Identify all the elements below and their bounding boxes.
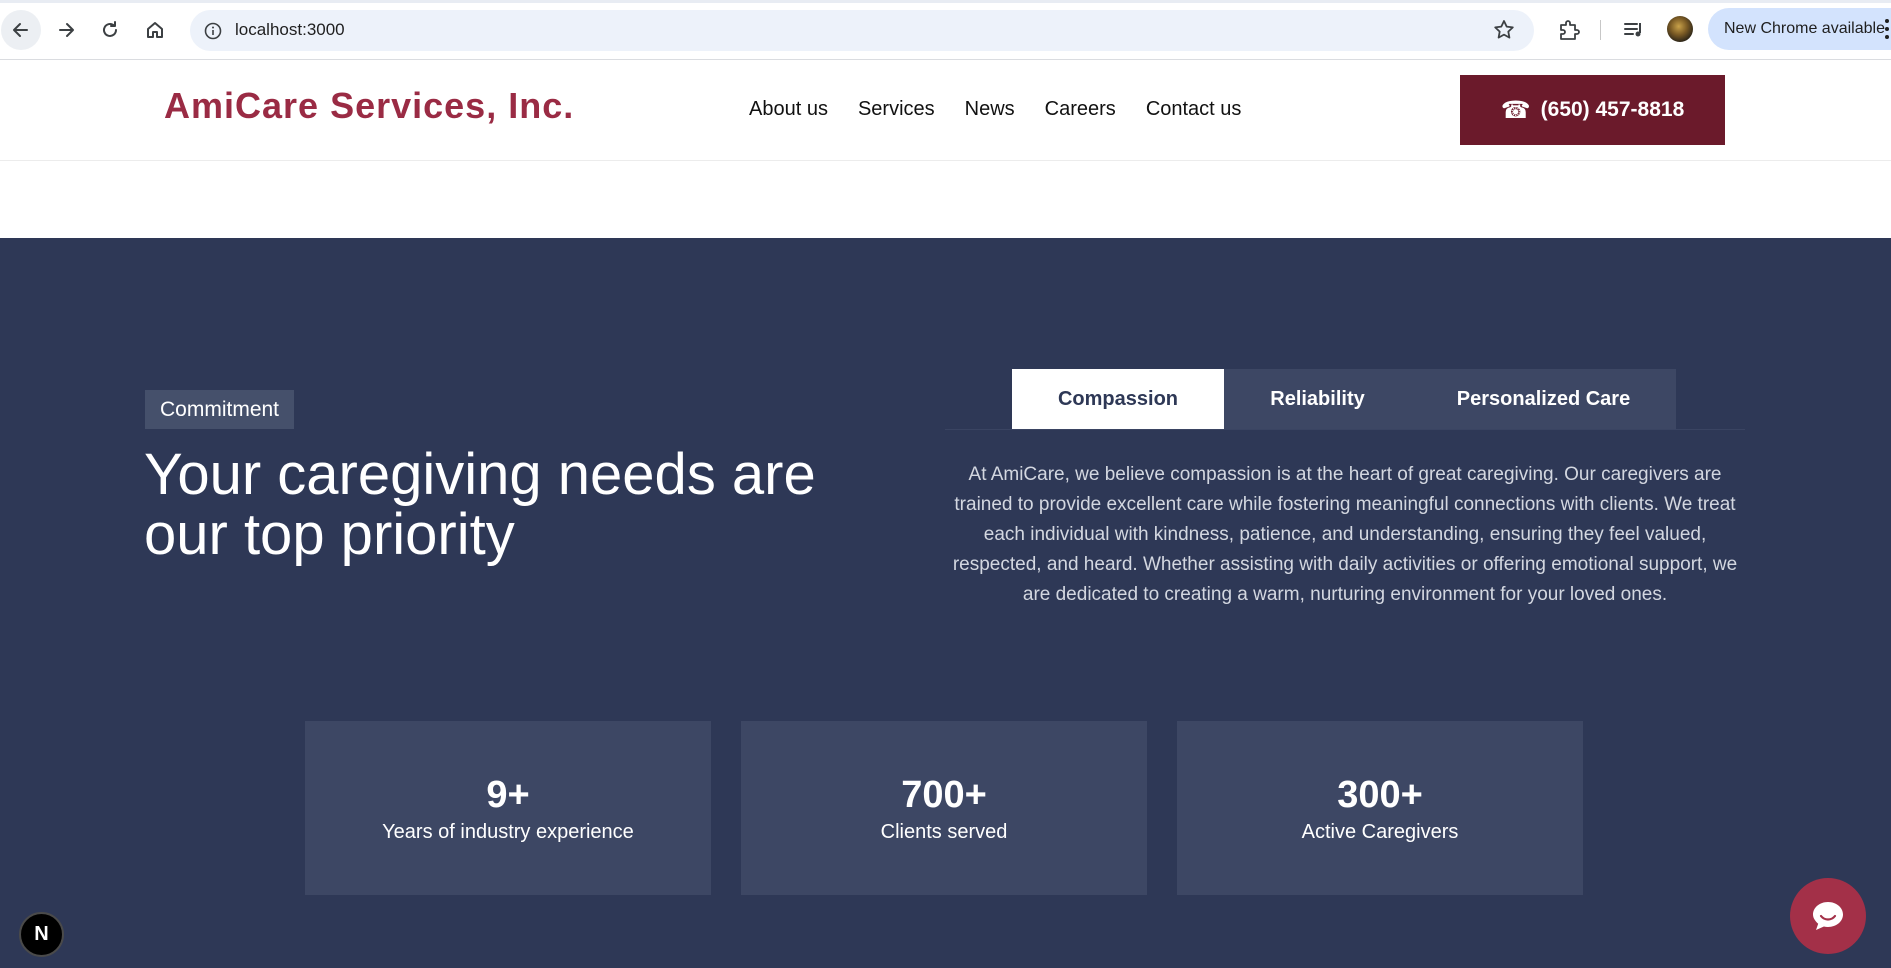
- address-bar[interactable]: localhost:3000: [190, 10, 1534, 51]
- stats-row: 9+ Years of industry experience 700+ Cli…: [305, 721, 1583, 895]
- back-button[interactable]: [1, 10, 41, 50]
- stat-card: 700+ Clients served: [741, 721, 1147, 895]
- site-info-icon[interactable]: [198, 16, 228, 46]
- toolbar-divider: [1600, 20, 1601, 40]
- kebab-menu-icon[interactable]: [1884, 19, 1890, 39]
- call-phone-button[interactable]: ☎ (650) 457-8818: [1460, 75, 1725, 145]
- home-icon: [147, 22, 163, 38]
- extensions-icon[interactable]: [1555, 16, 1583, 44]
- reload-button[interactable]: [90, 10, 130, 50]
- tab-reliability[interactable]: Reliability: [1224, 369, 1411, 429]
- tab-panel-text: At AmiCare, we believe compassion is at …: [952, 464, 1738, 605]
- url-text[interactable]: localhost:3000: [235, 20, 345, 40]
- commitment-section: Commitment Your caregiving needs are our…: [0, 238, 1891, 968]
- chat-launcher-button[interactable]: [1790, 878, 1866, 954]
- browser-toolbar: localhost:3000 New Chrome available: [0, 0, 1891, 60]
- nextjs-dev-badge[interactable]: N: [19, 912, 64, 957]
- section-headline: Your caregiving needs are our top priori…: [144, 442, 816, 567]
- chrome-update-label: New Chrome available: [1724, 20, 1885, 37]
- section-eyebrow: Commitment: [145, 390, 295, 429]
- loading-strip: [0, 0, 1891, 3]
- nav-careers[interactable]: Careers: [1045, 98, 1116, 121]
- value-tabs: Compassion Reliability Personalized Care: [1012, 369, 1676, 429]
- tab-compassion[interactable]: Compassion: [1012, 369, 1224, 429]
- nav-about-us[interactable]: About us: [749, 98, 828, 121]
- arrow-right-icon: [59, 23, 74, 37]
- tab-personalized-care[interactable]: Personalized Care: [1411, 369, 1676, 429]
- stat-card: 9+ Years of industry experience: [305, 721, 711, 895]
- stat-value: 300+: [1337, 773, 1423, 816]
- nav-news[interactable]: News: [965, 98, 1015, 121]
- nav-services[interactable]: Services: [858, 98, 935, 121]
- site-header: AmiCare Services, Inc. About us Services…: [0, 61, 1891, 161]
- stat-label: Active Caregivers: [1301, 820, 1459, 843]
- phone-number: (650) 457-8818: [1540, 98, 1685, 121]
- media-controls-icon[interactable]: [1620, 16, 1648, 44]
- main-nav: About us Services News Careers Contact u…: [749, 98, 1241, 121]
- profile-avatar[interactable]: [1667, 16, 1693, 42]
- stat-value: 700+: [901, 773, 987, 816]
- tab-divider: [945, 429, 1745, 430]
- site-logo[interactable]: AmiCare Services, Inc.: [164, 85, 574, 127]
- chrome-update-button[interactable]: New Chrome available: [1708, 8, 1891, 50]
- stat-label: Years of industry experience: [382, 820, 634, 843]
- nav-contact-us[interactable]: Contact us: [1146, 98, 1242, 121]
- chat-icon: [1813, 902, 1843, 930]
- phone-icon: ☎: [1500, 96, 1531, 124]
- home-button[interactable]: [135, 10, 175, 50]
- reload-icon: [103, 21, 117, 37]
- forward-button[interactable]: [46, 10, 86, 50]
- arrow-left-icon: [13, 23, 28, 37]
- stat-value: 9+: [486, 773, 530, 816]
- stat-label: Clients served: [880, 820, 1008, 843]
- stat-card: 300+ Active Caregivers: [1177, 721, 1583, 895]
- bookmark-star-icon[interactable]: [1492, 18, 1516, 42]
